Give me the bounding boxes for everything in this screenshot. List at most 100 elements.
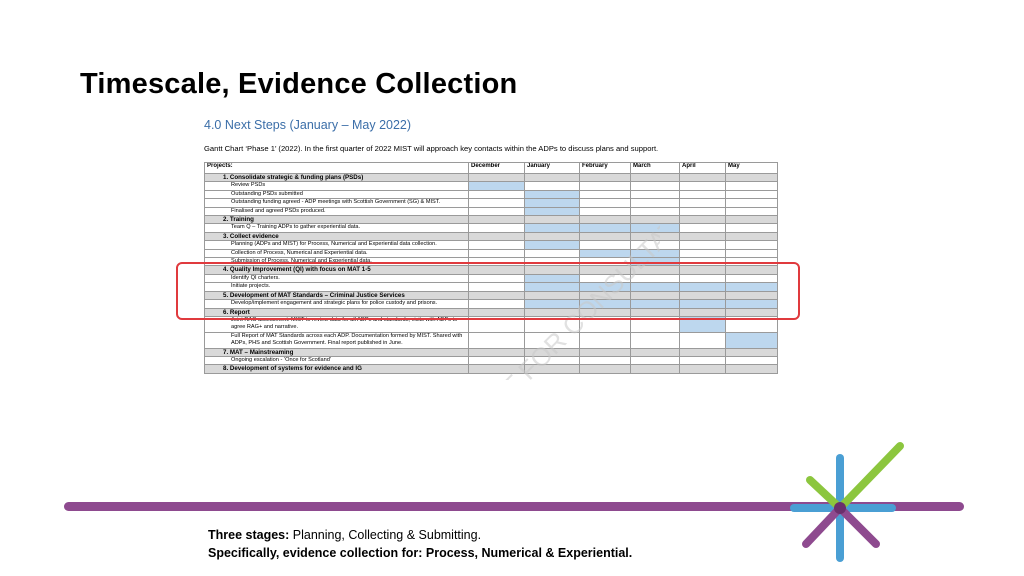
task-label: Finalised and agreed PSDs produced.	[204, 206, 469, 217]
gantt-empty-cell	[524, 181, 580, 191]
task-label: Outstanding funding agreed - ADP meeting…	[204, 198, 469, 208]
gantt-empty-cell	[630, 240, 680, 250]
gantt-empty-cell	[468, 231, 525, 242]
gantt-empty-cell	[679, 198, 726, 208]
gantt-empty-cell	[468, 223, 525, 233]
caption-line-2: Specifically, evidence collection for: P…	[208, 546, 633, 560]
gantt-empty-cell	[524, 231, 580, 242]
table-row: Planning (ADPs and MIST) for Process, Nu…	[204, 240, 778, 250]
gantt-empty-cell	[524, 347, 580, 357]
gantt-empty-cell	[679, 172, 726, 183]
gantt-empty-cell	[468, 206, 525, 217]
table-row: Outstanding funding agreed - ADP meeting…	[204, 198, 778, 208]
column-header-month: March	[630, 162, 680, 174]
gantt-bar-cell	[725, 331, 778, 349]
column-header-projects: Projects:	[204, 162, 469, 174]
gantt-bar-cell	[579, 248, 631, 259]
document-heading: 4.0 Next Steps (January – May 2022)	[204, 118, 412, 132]
column-header-month: April	[679, 162, 726, 174]
gantt-empty-cell	[630, 364, 680, 374]
gantt-empty-cell	[630, 172, 680, 183]
gantt-empty-cell	[579, 215, 631, 225]
task-label: Team Q – Training ADPs to gather experie…	[204, 223, 469, 233]
section-row: 1. Consolidate strategic & funding plans…	[204, 172, 778, 183]
gantt-empty-cell	[679, 240, 726, 250]
gantt-empty-cell	[524, 215, 580, 225]
gantt-empty-cell	[468, 364, 525, 374]
gantt-empty-cell	[725, 355, 778, 366]
column-header-month: December	[468, 162, 525, 174]
gantt-empty-cell	[679, 181, 726, 191]
table-row: Ongoing escalation - ‘Once for Scotland’	[204, 355, 778, 366]
gantt-empty-cell	[579, 240, 631, 250]
gantt-empty-cell	[630, 198, 680, 208]
task-label: Planning (ADPs and MIST) for Process, Nu…	[204, 240, 469, 250]
gantt-empty-cell	[725, 231, 778, 242]
gantt-empty-cell	[725, 248, 778, 259]
section-label: 2. Training	[204, 215, 469, 225]
gantt-empty-cell	[679, 355, 726, 366]
gantt-empty-cell	[679, 248, 726, 259]
section-label: 7. MAT – Mainstreaming	[204, 347, 469, 357]
section-label: 8. Development of systems for evidence a…	[204, 364, 469, 374]
gantt-bar-cell	[524, 206, 580, 217]
document-intro: Gantt Chart ‘Phase 1’ (2022). In the fir…	[204, 144, 659, 153]
gantt-empty-cell	[579, 231, 631, 242]
gantt-empty-cell	[679, 231, 726, 242]
gantt-empty-cell	[679, 189, 726, 200]
gantt-empty-cell	[579, 364, 631, 374]
gantt-empty-cell	[630, 181, 680, 191]
task-label: Collection of Process, Numerical and Exp…	[204, 248, 469, 259]
task-label: Full Report of MAT Standards across each…	[204, 331, 469, 349]
table-row: Collection of Process, Numerical and Exp…	[204, 248, 778, 259]
gantt-empty-cell	[630, 189, 680, 200]
table-row: Review PSDs	[204, 181, 778, 191]
task-label: Ongoing escalation - ‘Once for Scotland’	[204, 355, 469, 366]
gantt-empty-cell	[725, 347, 778, 357]
gantt-empty-cell	[579, 355, 631, 366]
gantt-empty-cell	[679, 206, 726, 217]
section-row: 3. Collect evidence	[204, 231, 778, 242]
gantt-empty-cell	[725, 364, 778, 374]
gantt-empty-cell	[725, 181, 778, 191]
gantt-empty-cell	[579, 172, 631, 183]
gantt-empty-cell	[468, 172, 525, 183]
table-row: Team Q – Training ADPs to gather experie…	[204, 223, 778, 233]
gantt-empty-cell	[630, 215, 680, 225]
gantt-bar-cell	[524, 189, 580, 200]
gantt-empty-cell	[524, 355, 580, 366]
gantt-empty-cell	[579, 331, 631, 349]
star-logo-icon	[790, 442, 904, 562]
table-row: Finalised and agreed PSDs produced.	[204, 206, 778, 217]
task-label: Outstanding PSDs submitted	[204, 189, 469, 200]
gantt-empty-cell	[468, 215, 525, 225]
slide-title: Timescale, Evidence Collection	[80, 68, 518, 100]
collect-evidence-highlight	[176, 262, 800, 320]
gantt-bar-cell	[630, 223, 680, 233]
gantt-empty-cell	[468, 198, 525, 208]
table-row: Full Report of MAT Standards across each…	[204, 331, 778, 349]
gantt-empty-cell	[524, 172, 580, 183]
gantt-empty-cell	[468, 248, 525, 259]
gantt-empty-cell	[524, 364, 580, 374]
task-label: Review PSDs	[204, 181, 469, 191]
table-row: Outstanding PSDs submitted	[204, 189, 778, 200]
gantt-empty-cell	[725, 172, 778, 183]
gantt-empty-cell	[468, 189, 525, 200]
section-row: 7. MAT – Mainstreaming	[204, 347, 778, 357]
caption-bold-label: Three stages:	[208, 528, 290, 542]
gantt-empty-cell	[679, 215, 726, 225]
caption-stages: Planning, Collecting & Submitting.	[289, 528, 482, 542]
gantt-empty-cell	[679, 347, 726, 357]
gantt-header-row: Projects: December January February March Apr…	[204, 162, 778, 174]
gantt-empty-cell	[630, 331, 680, 349]
gantt-empty-cell	[679, 331, 726, 349]
gantt-bar-cell	[524, 223, 580, 233]
gantt-empty-cell	[630, 206, 680, 217]
gantt-bar-cell	[468, 181, 525, 191]
gantt-empty-cell	[725, 215, 778, 225]
gantt-empty-cell	[468, 240, 525, 250]
gantt-empty-cell	[630, 231, 680, 242]
gantt-empty-cell	[468, 331, 525, 349]
caption: Three stages: Planning, Collecting & Sub…	[208, 526, 632, 562]
